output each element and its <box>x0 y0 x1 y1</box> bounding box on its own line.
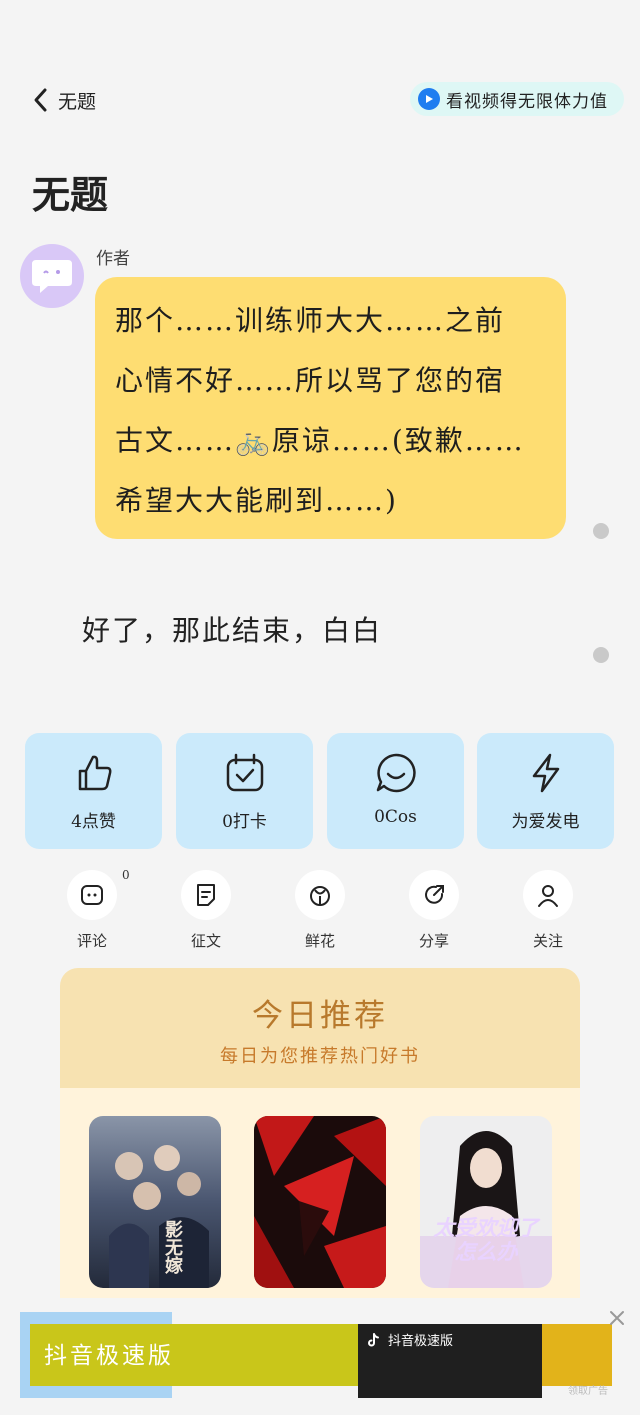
share-button[interactable]: 分享 <box>399 870 469 960</box>
checkin-button[interactable]: 0打卡 <box>176 733 313 849</box>
ad-headline: 抖音极速版 <box>44 1343 174 1369</box>
book-cover[interactable]: 太受欢迎了怎么办 <box>420 1116 552 1288</box>
avatar[interactable] <box>20 244 84 308</box>
person-icon <box>538 885 558 907</box>
book-cover-title: 太受欢迎了怎么办 <box>433 1215 539 1264</box>
book-cover[interactable] <box>254 1116 386 1288</box>
share-label: 分享 <box>418 932 449 950</box>
comment-label: 评论 <box>76 932 107 950</box>
like-button[interactable]: 4点赞 <box>25 733 162 849</box>
ad-banner[interactable]: 抖音极速版 抖音极速版 <box>20 1312 612 1398</box>
flower-icon <box>310 886 330 906</box>
book-cover[interactable]: 影无嫁 <box>89 1116 221 1288</box>
lightning-icon <box>532 753 559 793</box>
essay-label: 征文 <box>190 932 221 950</box>
document-icon <box>197 884 215 906</box>
comment-icon <box>81 885 103 905</box>
calendar-check-icon <box>226 753 263 792</box>
recommend-panel: 今日推荐 每日为您推荐热门好书 影无嫁 太受欢迎了怎么办 <box>60 968 580 1298</box>
play-icon <box>418 88 440 110</box>
flower-label: 鲜花 <box>304 932 335 950</box>
thumbs-up-icon <box>78 755 111 791</box>
recommend-header: 今日推荐 每日为您推荐热门好书 <box>60 968 580 1088</box>
share-icon <box>425 885 444 904</box>
flower-button[interactable]: 鲜花 <box>285 870 355 960</box>
message-bubble: 那个……训练师大大……之前 心情不好……所以骂了您的宿 古文……🚲原谅……(致歉… <box>95 277 566 539</box>
message-line: 那个……训练师大大……之前 <box>115 304 506 337</box>
recommend-title: 今日推荐 <box>252 998 388 1034</box>
checkin-label: 0打卡 <box>222 812 267 832</box>
cos-button[interactable]: 0Cos <box>327 733 464 849</box>
promo-label: 看视频得无限体力值 <box>446 91 608 112</box>
ad-app-name: 抖音极速版 <box>388 1334 454 1349</box>
chevron-left-icon <box>34 88 47 112</box>
cos-label: 0Cos <box>374 807 417 827</box>
back-button[interactable]: 无题 <box>30 82 120 118</box>
book-cover-image <box>89 1116 221 1288</box>
status-dot <box>593 523 609 539</box>
power-button[interactable]: 为爱发电 <box>477 733 614 849</box>
video-reward-button[interactable]: 看视频得无限体力值 <box>410 82 624 116</box>
chat-face-icon <box>32 260 72 293</box>
message-line: 古文……🚲原谅……(致歉…… <box>115 424 525 457</box>
essay-button[interactable]: 征文 <box>171 870 241 960</box>
follow-button[interactable]: 关注 <box>513 870 583 960</box>
tiktok-logo-icon <box>368 1332 379 1346</box>
back-label: 无题 <box>58 90 97 113</box>
book-cover-image <box>254 1116 386 1288</box>
ad-tag: 领取广告 <box>568 1386 608 1397</box>
book-cover-title: 影无嫁 <box>162 1220 183 1274</box>
power-label: 为爱发电 <box>511 812 580 832</box>
recommend-subtitle: 每日为您推荐热门好书 <box>220 1046 420 1067</box>
chat-smile-icon <box>376 753 416 793</box>
page-title: 无题 <box>32 172 109 217</box>
message-line: 希望大大能刷到……) <box>115 484 398 517</box>
comment-button[interactable]: 评论 <box>57 870 127 960</box>
plain-message: 好了，那此结束，白白 <box>82 614 383 647</box>
follow-label: 关注 <box>532 932 563 950</box>
close-icon <box>610 1311 624 1325</box>
author-label: 作者 <box>96 249 130 269</box>
message-line: 心情不好……所以骂了您的宿 <box>115 364 506 397</box>
like-label: 4点赞 <box>71 812 116 832</box>
status-dot <box>593 647 609 663</box>
ad-close-button[interactable] <box>606 1307 628 1329</box>
